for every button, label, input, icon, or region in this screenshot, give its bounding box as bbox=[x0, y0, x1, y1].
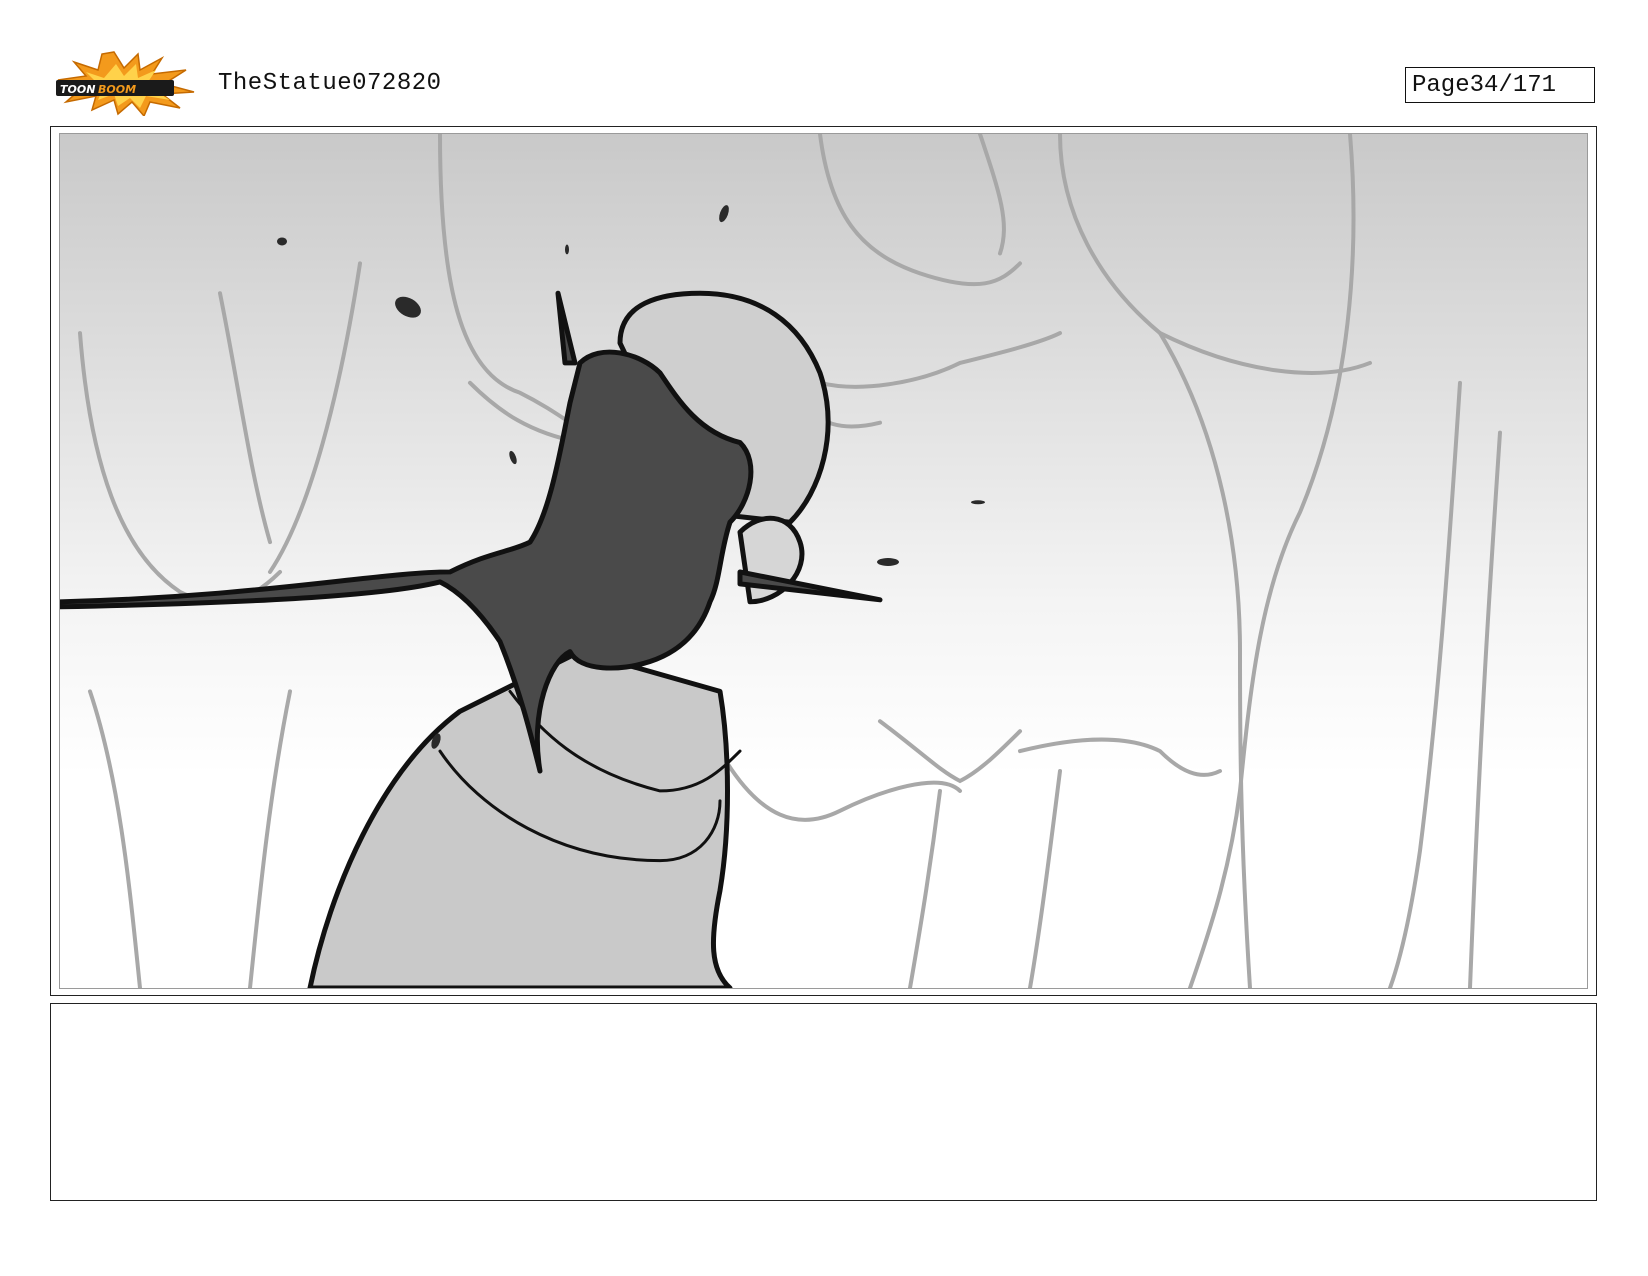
caption-box bbox=[50, 1003, 1597, 1201]
document-title: TheStatue072820 bbox=[218, 70, 442, 97]
svg-text:TOON: TOON bbox=[60, 83, 95, 96]
storyboard-panel bbox=[50, 126, 1597, 996]
storyboard-sketch-icon bbox=[60, 134, 1587, 988]
page-number: 34/171 bbox=[1469, 71, 1557, 99]
panel-image-area bbox=[59, 133, 1588, 989]
page-label: Page bbox=[1412, 71, 1470, 99]
toon-boom-logo: TOON BOOM bbox=[56, 51, 195, 116]
svg-text:BOOM: BOOM bbox=[98, 83, 136, 96]
page-indicator: Page 34/171 bbox=[1405, 67, 1595, 103]
